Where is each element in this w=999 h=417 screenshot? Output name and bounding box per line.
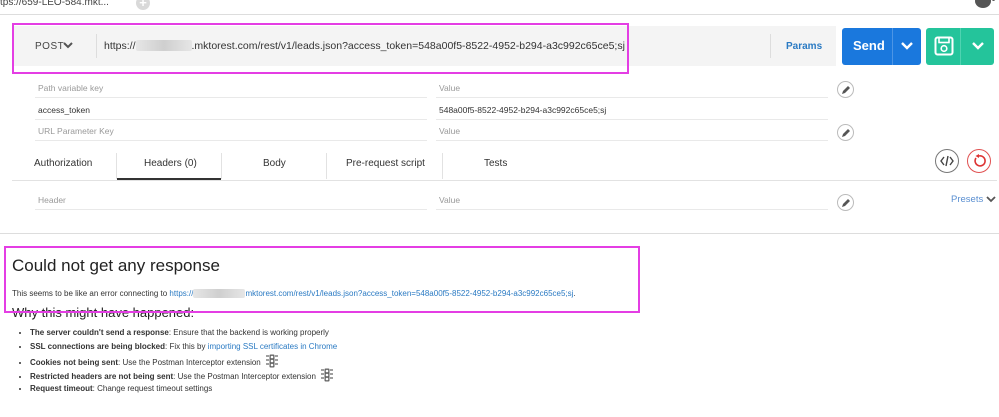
grid-line	[436, 119, 828, 120]
list-item: SSL connections are being blocked: Fix t…	[30, 340, 337, 354]
path-value-placeholder[interactable]: Value	[439, 83, 460, 93]
reason-text: : Use the Postman Interceptor extension	[118, 358, 261, 367]
url-param-key-placeholder[interactable]: URL Parameter Key	[38, 126, 114, 136]
tab-separator	[442, 153, 443, 179]
tab-headers[interactable]: Headers (0)	[144, 158, 197, 169]
tabs-baseline	[12, 180, 997, 181]
save-icon	[934, 36, 954, 56]
bulk-edit-button[interactable]	[837, 124, 854, 141]
reason-text: : Fix this by	[165, 342, 208, 351]
generate-code-button[interactable]	[935, 149, 959, 173]
presets-label: Presets	[951, 194, 984, 205]
save-button[interactable]	[926, 28, 994, 65]
chevron-down-icon[interactable]	[971, 41, 985, 51]
list-item: Restricted headers are not being sent: U…	[30, 368, 337, 382]
highlight-response-box	[4, 246, 640, 313]
presets-dropdown[interactable]: Presets	[951, 194, 996, 205]
ssl-help-link[interactable]: importing SSL certificates in Chrome	[208, 342, 338, 351]
send-button[interactable]: Send	[842, 28, 921, 65]
tab-body[interactable]: Body	[263, 158, 286, 169]
chevron-down-icon[interactable]	[900, 41, 914, 51]
reason-title: Request timeout	[30, 384, 93, 393]
url-param-value-placeholder[interactable]: Value	[439, 126, 460, 136]
path-key-placeholder[interactable]: Path variable key	[38, 83, 103, 93]
code-icon	[940, 155, 954, 167]
traffic-light-icon[interactable]	[265, 354, 279, 368]
pencil-icon	[842, 129, 850, 137]
traffic-light-icon[interactable]	[320, 368, 334, 382]
grid-line	[436, 97, 828, 98]
tab-separator	[326, 153, 327, 179]
highlight-request-box	[12, 23, 629, 74]
save-split-divider	[960, 28, 961, 65]
bulk-edit-button[interactable]	[837, 194, 854, 211]
reason-text: : Use the Postman Interceptor extension	[173, 372, 316, 381]
send-split-divider	[892, 28, 893, 65]
param-key-cell[interactable]: access_token	[38, 105, 90, 115]
header-value-placeholder[interactable]: Value	[439, 195, 460, 205]
tab-tests[interactable]: Tests	[484, 158, 507, 169]
reset-icon	[974, 154, 986, 167]
browser-tab-title[interactable]: tps://659-LEO-584.mkt...	[0, 0, 109, 8]
grid-line	[35, 140, 427, 141]
reason-text: : Ensure that the backend is working pro…	[168, 328, 329, 337]
header-key-placeholder[interactable]: Header	[38, 195, 66, 205]
list-item: Request timeout: Change request timeout …	[30, 382, 337, 396]
reason-title: Restricted headers are not being sent	[30, 372, 174, 381]
tab-authorization[interactable]: Authorization	[34, 158, 92, 169]
grid-line	[436, 209, 828, 210]
tab-separator	[221, 153, 222, 179]
reset-button[interactable]	[967, 149, 991, 173]
grid-line	[35, 209, 427, 210]
list-item: The server couldn't send a response: Ens…	[30, 326, 337, 340]
reason-title: Cookies not being sent	[30, 358, 119, 367]
param-value-cell[interactable]: 548a00f5-8522-4952-b294-a3c992c65ce5;sj	[439, 105, 606, 115]
bulk-edit-button[interactable]	[837, 81, 854, 98]
send-label: Send	[853, 38, 885, 53]
grid-line	[436, 140, 828, 141]
list-item: Cookies not being sent: Use the Postman …	[30, 354, 337, 368]
chevron-down-icon	[986, 196, 996, 203]
reason-title: SSL connections are being blocked	[30, 342, 165, 351]
reasons-list: The server couldn't send a response: Ens…	[20, 326, 337, 396]
pencil-icon	[842, 199, 850, 207]
params-divider	[770, 34, 771, 58]
section-divider	[0, 233, 999, 234]
grid-line	[35, 97, 427, 98]
reason-title: The server couldn't send a response	[30, 328, 169, 337]
tab-separator	[116, 153, 117, 179]
grid-line	[35, 119, 427, 120]
tab-pre-request-script[interactable]: Pre-request script	[346, 158, 425, 169]
pencil-icon	[842, 86, 850, 94]
params-button[interactable]: Params	[786, 41, 822, 52]
reason-text: : Change request timeout settings	[92, 384, 213, 393]
